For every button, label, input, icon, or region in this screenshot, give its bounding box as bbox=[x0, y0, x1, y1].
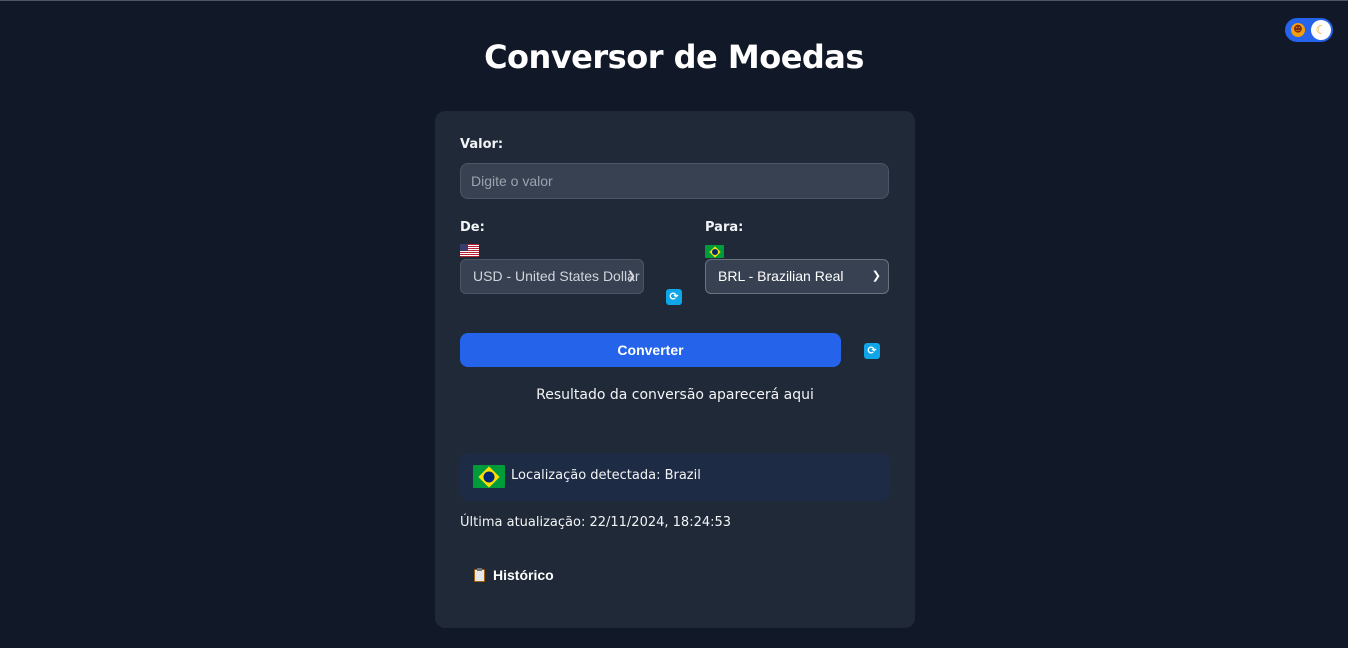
from-currency-value: USD - United States Dollar bbox=[473, 268, 640, 284]
location-text: Localização detectada: Brazil bbox=[511, 468, 701, 483]
value-label: Valor: bbox=[460, 137, 504, 152]
to-label: Para: bbox=[705, 220, 744, 235]
sun-icon: ☻ bbox=[1291, 23, 1305, 37]
moon-icon: ☾ bbox=[1311, 20, 1331, 40]
window-top-border bbox=[0, 0, 1348, 1]
refresh-icon[interactable]: ⟳ bbox=[864, 343, 880, 359]
value-input[interactable] bbox=[460, 163, 889, 199]
converter-card: Valor: De: USD - United States Dollar ❯ … bbox=[435, 111, 915, 628]
br-flag-icon bbox=[473, 465, 505, 488]
page-title: Conversor de Moedas bbox=[484, 38, 864, 76]
br-flag-icon bbox=[705, 245, 724, 258]
location-panel: Localização detectada: Brazil bbox=[460, 453, 889, 501]
history-toggle[interactable]: Histórico bbox=[474, 567, 554, 587]
convert-button[interactable]: Converter bbox=[460, 333, 841, 367]
from-label: De: bbox=[460, 220, 485, 235]
chevron-down-icon: ❯ bbox=[626, 270, 636, 282]
from-currency-select[interactable]: USD - United States Dollar ❯ bbox=[460, 259, 644, 294]
to-currency-value: BRL - Brazilian Real bbox=[718, 268, 844, 284]
us-flag-icon bbox=[460, 244, 479, 257]
chevron-down-icon: ❯ bbox=[871, 270, 881, 282]
last-update: Última atualização: 22/11/2024, 18:24:53 bbox=[460, 515, 732, 530]
to-currency-select[interactable]: BRL - Brazilian Real ❯ bbox=[705, 259, 889, 294]
clipboard-icon bbox=[474, 568, 485, 582]
conversion-result: Resultado da conversão aparecerá aqui bbox=[536, 387, 814, 403]
swap-icon[interactable]: ⟳ bbox=[666, 289, 682, 305]
history-label: Histórico bbox=[493, 567, 554, 583]
